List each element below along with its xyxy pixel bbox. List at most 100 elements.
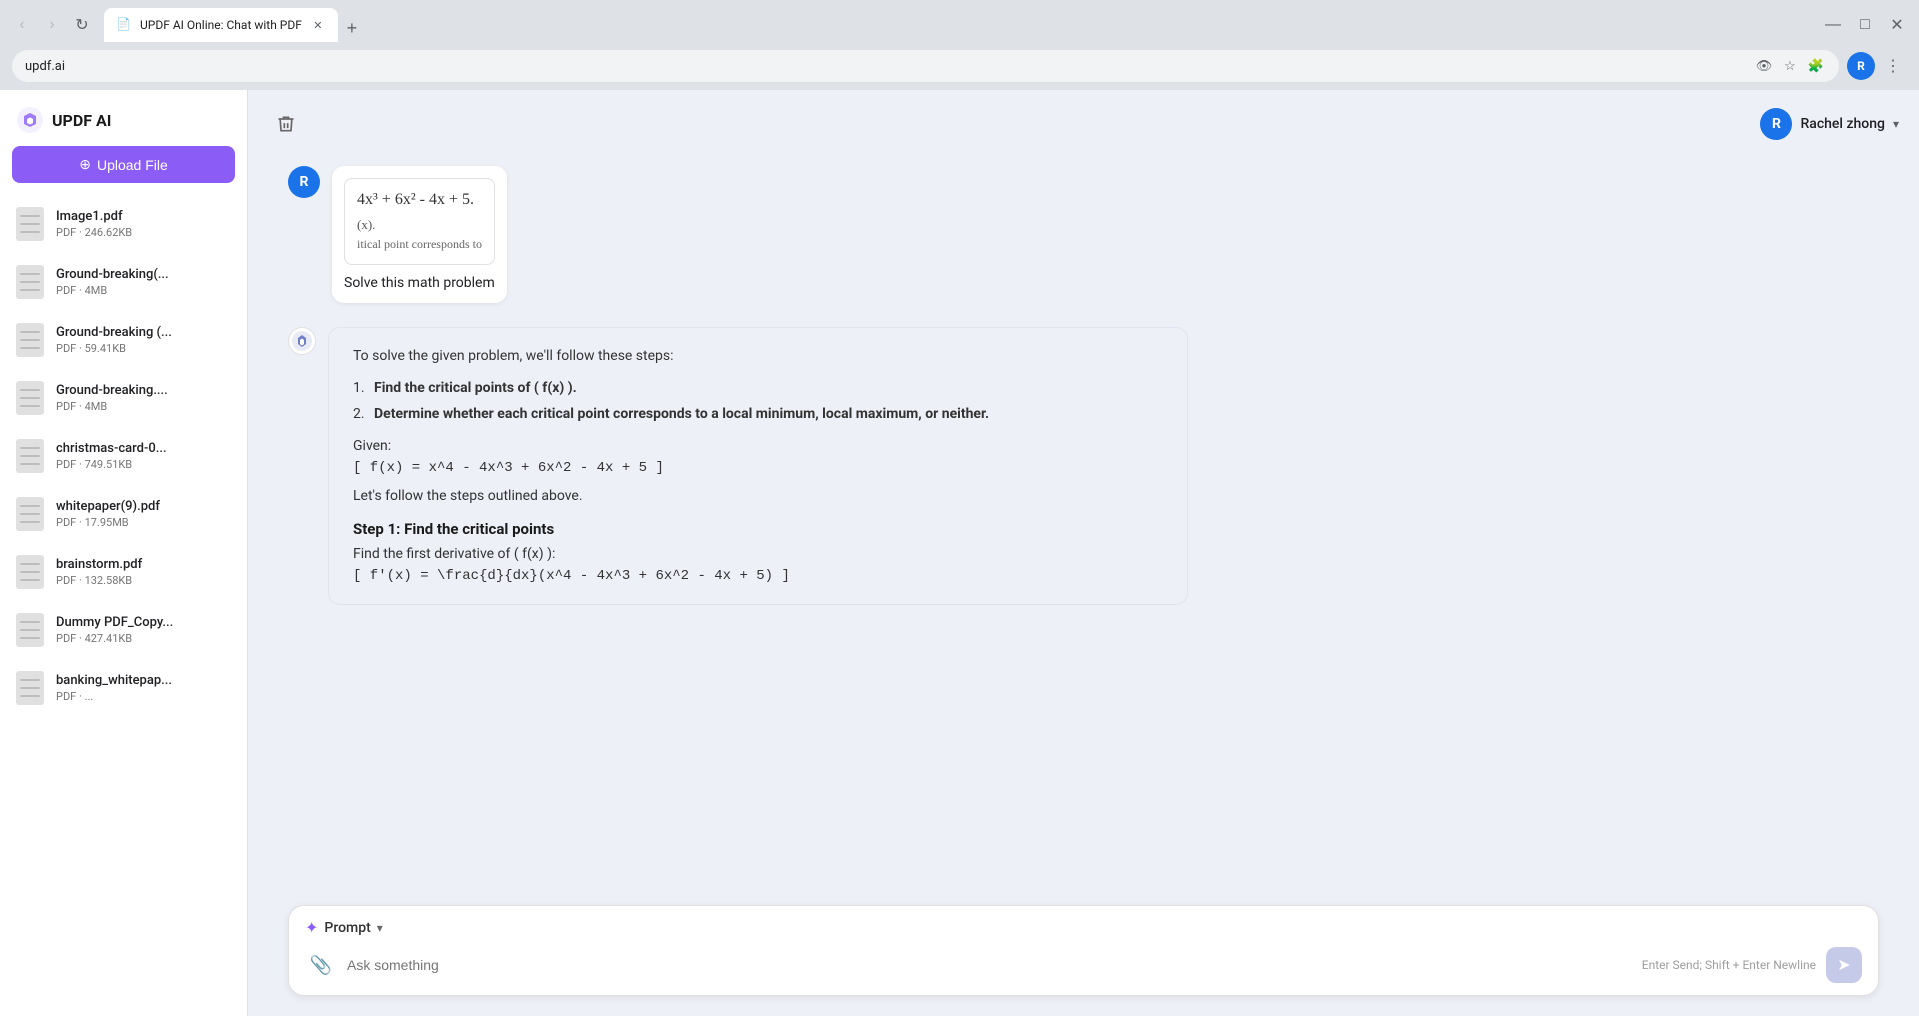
file-item-6[interactable]: brainstorm.pdf PDF · 132.58KB — [0, 543, 247, 601]
file-name: brainstorm.pdf — [56, 557, 233, 572]
given-section: Given: [ f(x) = x^4 - 4x^3 + 6x^2 - 4x +… — [353, 438, 1163, 476]
active-tab[interactable]: 📄 UPDF AI Online: Chat with PDF ✕ — [104, 8, 338, 42]
file-meta: PDF · 427.41KB — [56, 632, 233, 645]
window-controls: — □ ✕ — [1819, 11, 1911, 39]
browser-chrome: ‹ › ↻ 📄 UPDF AI Online: Chat with PDF ✕ … — [0, 0, 1919, 90]
file-info: christmas-card-0... PDF · 749.51KB — [56, 441, 233, 471]
file-name: whitepaper(9).pdf — [56, 499, 233, 514]
input-card: ✦ Prompt ▾ 📎 Enter Send; Shift + Enter N… — [288, 905, 1879, 996]
file-meta: PDF · 17.95MB — [56, 516, 233, 529]
send-icon: ➤ — [1837, 955, 1850, 975]
forward-button[interactable]: › — [38, 11, 66, 39]
prompt-chevron-icon: ▾ — [377, 921, 383, 935]
ai-step-2: 2. Determine whether each critical point… — [353, 406, 1163, 422]
file-item-2[interactable]: Ground-breaking (... PDF · 59.41KB — [0, 311, 247, 369]
app-container: UPDF AI ⊕ Upload File Image1.pdf PDF · 2… — [0, 90, 1919, 1016]
address-icons: 👁 ☆ 🧩 — [1754, 56, 1826, 76]
extensions-icon[interactable]: 🧩 — [1806, 56, 1826, 76]
file-icon — [14, 495, 46, 533]
user-message-card: 4x³ + 6x² - 4x + 5. (x). itical point co… — [332, 166, 507, 303]
main-content: R Rachel zhong ▾ R 4x³ + 6x² - 4x + 5. (… — [248, 90, 1919, 1016]
file-icon — [14, 379, 46, 417]
attach-button[interactable]: 📎 — [305, 949, 337, 981]
maximize-button[interactable]: □ — [1851, 11, 1879, 39]
given-formula: [ f(x) = x^4 - 4x^3 + 6x^2 - 4x + 5 ] — [353, 460, 1163, 476]
input-hint: Enter Send; Shift + Enter Newline — [1642, 958, 1816, 972]
file-meta: PDF · 4MB — [56, 284, 233, 297]
reload-button[interactable]: ↻ — [68, 11, 96, 39]
tab-favicon: 📄 — [116, 17, 132, 33]
chat-area: R 4x³ + 6x² - 4x + 5. (x). itical point … — [248, 158, 1919, 893]
file-icon — [14, 205, 46, 243]
user-avatar: R — [1760, 108, 1792, 140]
ai-message: To solve the given problem, we'll follow… — [288, 327, 1879, 605]
file-name: Image1.pdf — [56, 209, 233, 224]
upload-label: Upload File — [97, 157, 168, 173]
file-meta: PDF · 246.62KB — [56, 226, 233, 239]
prompt-star-icon: ✦ — [305, 918, 318, 937]
updf-logo-icon — [16, 106, 44, 134]
file-info: Ground-breaking(... PDF · 4MB — [56, 267, 233, 297]
file-info: Dummy PDF_Copy... PDF · 427.41KB — [56, 615, 233, 645]
tab-list: 📄 UPDF AI Online: Chat with PDF ✕ + — [104, 8, 1815, 42]
close-button[interactable]: ✕ — [1883, 11, 1911, 39]
tab-close-button[interactable]: ✕ — [310, 17, 326, 33]
file-name: Ground-breaking(... — [56, 267, 233, 282]
menu-button[interactable]: ⋮ — [1879, 52, 1907, 80]
file-meta: PDF · ... — [56, 690, 233, 703]
file-icon — [14, 611, 46, 649]
ai-intro: To solve the given problem, we'll follow… — [353, 348, 1163, 364]
file-name: Dummy PDF_Copy... — [56, 615, 233, 630]
prompt-selector[interactable]: ✦ Prompt ▾ — [305, 918, 1862, 937]
math-note: itical point corresponds to — [357, 237, 482, 252]
profile-avatar[interactable]: R — [1847, 52, 1875, 80]
clear-chat-button[interactable] — [268, 106, 304, 142]
tab-title: UPDF AI Online: Chat with PDF — [140, 18, 302, 32]
back-button[interactable]: ‹ — [8, 11, 36, 39]
address-text: updf.ai — [25, 59, 1748, 74]
file-meta: PDF · 4MB — [56, 400, 233, 413]
file-info: whitepaper(9).pdf PDF · 17.95MB — [56, 499, 233, 529]
file-name: banking_whitepap... — [56, 673, 233, 688]
send-button[interactable]: ➤ — [1826, 947, 1862, 983]
address-bar[interactable]: updf.ai 👁 ☆ 🧩 — [12, 50, 1839, 82]
minimize-button[interactable]: — — [1819, 11, 1847, 39]
ai-step-1: 1. Find the critical points of ( f(x) ). — [353, 380, 1163, 396]
follow-text: Let's follow the steps outlined above. — [353, 488, 1163, 504]
new-tab-button[interactable]: + — [338, 14, 366, 42]
math-formula: 4x³ + 6x² - 4x + 5. — [357, 191, 482, 209]
star-icon[interactable]: ☆ — [1780, 56, 1800, 76]
file-name: christmas-card-0... — [56, 441, 233, 456]
ai-steps-list: 1. Find the critical points of ( f(x) ).… — [353, 380, 1163, 422]
step-1-text: Find the critical points of ( f(x) ). — [374, 380, 577, 396]
file-item-4[interactable]: christmas-card-0... PDF · 749.51KB — [0, 427, 247, 485]
file-item-7[interactable]: Dummy PDF_Copy... PDF · 427.41KB — [0, 601, 247, 659]
step2-num: 2. — [353, 406, 365, 422]
browser-right-icons: R ⋮ — [1847, 52, 1907, 80]
eye-icon[interactable]: 👁 — [1754, 56, 1774, 76]
prompt-label: Prompt — [324, 920, 370, 936]
user-name: Rachel zhong — [1800, 116, 1885, 132]
file-icon — [14, 321, 46, 359]
upload-icon: ⊕ — [79, 156, 91, 173]
file-item-8[interactable]: banking_whitepap... PDF · ... — [0, 659, 247, 717]
nav-controls: ‹ › ↻ — [8, 11, 96, 39]
file-info: brainstorm.pdf PDF · 132.58KB — [56, 557, 233, 587]
ai-response-card: To solve the given problem, we'll follow… — [328, 327, 1188, 605]
file-item-0[interactable]: Image1.pdf PDF · 246.62KB — [0, 195, 247, 253]
chat-input[interactable] — [347, 957, 1632, 973]
ai-message-avatar — [288, 327, 316, 355]
file-meta: PDF · 749.51KB — [56, 458, 233, 471]
file-info: Image1.pdf PDF · 246.62KB — [56, 209, 233, 239]
file-icon — [14, 263, 46, 301]
file-item-1[interactable]: Ground-breaking(... PDF · 4MB — [0, 253, 247, 311]
math-sub: (x). — [357, 217, 482, 233]
address-bar-row: updf.ai 👁 ☆ 🧩 R ⋮ — [0, 42, 1919, 90]
file-list: Image1.pdf PDF · 246.62KB Ground-breakin… — [0, 195, 247, 1016]
file-item-3[interactable]: Ground-breaking.... PDF · 4MB — [0, 369, 247, 427]
file-info: Ground-breaking (... PDF · 59.41KB — [56, 325, 233, 355]
upload-file-button[interactable]: ⊕ Upload File — [12, 146, 235, 183]
user-info[interactable]: R Rachel zhong ▾ — [1760, 108, 1899, 140]
file-name: Ground-breaking (... — [56, 325, 233, 340]
file-item-5[interactable]: whitepaper(9).pdf PDF · 17.95MB — [0, 485, 247, 543]
